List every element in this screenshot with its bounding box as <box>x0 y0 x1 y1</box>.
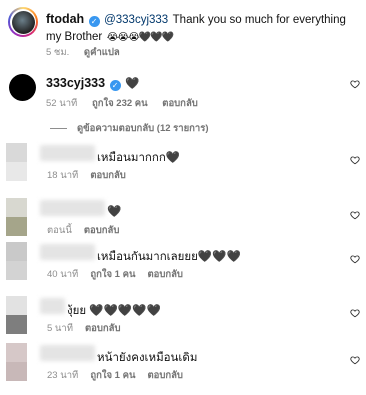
top-comment-meta: 52 นาที ถูกใจ 232 คน ตอบกลับ <box>46 96 198 111</box>
reply-button[interactable]: ตอบกลับ <box>147 269 183 280</box>
reply-likes[interactable]: ถูกใจ 1 คน <box>90 370 135 381</box>
commenter-avatar[interactable] <box>9 74 36 101</box>
reply-avatar[interactable] <box>6 296 27 334</box>
reply-row: 🖤 ตอนนี้ ตอบกลับ <box>0 198 366 238</box>
divider <box>50 128 67 129</box>
like-heart-icon[interactable] <box>350 155 360 165</box>
reply-button[interactable]: ตอบกลับ <box>162 98 198 109</box>
reply-time: 23 นาที <box>47 370 79 381</box>
comment-username[interactable]: 333cyj333 <box>46 76 105 90</box>
reply-username-redacted[interactable] <box>40 145 95 161</box>
reply-row: เหมือนกันมากเลยยย🖤🖤🖤 40 นาที ถูกใจ 1 คน ตอบ… <box>0 242 366 282</box>
reply-meta: 40 นาที ถูกใจ 1 คน ตอบกลับ <box>47 267 183 282</box>
caption-time: 5 ชม. <box>46 47 70 58</box>
top-comment: 333cyj333 ✓ 🖤 <box>46 74 139 92</box>
reply-avatar[interactable] <box>6 343 27 381</box>
view-replies[interactable]: ดูข้อความตอบกลับ (12 รายการ) <box>50 121 209 136</box>
reply-time: ตอนนี้ <box>47 225 72 236</box>
reply-text: เหมือนมากกก🖤 <box>97 152 181 164</box>
reply-meta: ตอนนี้ ตอบกลับ <box>47 223 119 238</box>
reply-likes[interactable]: ถูกใจ 1 คน <box>90 269 135 280</box>
verified-icon: ✓ <box>88 16 100 27</box>
reply-button[interactable]: ตอบกลับ <box>85 323 121 334</box>
reply-text: เหมือนกันมากเลยยย🖤🖤🖤 <box>97 251 241 263</box>
reply-row: เหมือนมากกก🖤 18 นาที ตอบกลับ <box>0 143 366 183</box>
verified-icon: ✓ <box>109 80 121 91</box>
comment-text: 🖤 <box>125 78 140 90</box>
like-heart-icon[interactable] <box>350 355 360 365</box>
reply-time: 18 นาที <box>47 170 79 181</box>
reply-row: หน้ายังคงเหมือนเดิม 23 นาที ถูกใจ 1 คน ตอบก… <box>0 343 366 383</box>
reply-avatar[interactable] <box>6 198 27 236</box>
reply-username-redacted[interactable] <box>40 244 95 260</box>
reply-button[interactable]: ตอบกลับ <box>147 370 183 381</box>
reply-button[interactable]: ตอบกลับ <box>84 225 120 236</box>
view-replies-label[interactable]: ดูข้อความตอบกลับ (12 รายการ) <box>77 121 209 136</box>
reply-time: 40 นาที <box>47 269 79 280</box>
reply-text: 🖤 <box>107 206 122 218</box>
like-heart-icon[interactable] <box>350 254 360 264</box>
like-heart-icon[interactable] <box>350 210 360 220</box>
reply-meta: 18 นาที ตอบกลับ <box>47 168 126 183</box>
reply-username-redacted[interactable] <box>40 345 95 361</box>
reply-button[interactable]: ตอบกลับ <box>90 170 126 181</box>
reply-row: งุ้ยย 🖤🖤🖤🖤🖤 5 นาที ตอบกลับ <box>0 296 366 336</box>
reply-username-redacted[interactable] <box>40 200 105 216</box>
comment-time: 52 นาที <box>46 98 78 109</box>
like-heart-icon[interactable] <box>350 308 360 318</box>
reply-text: งุ้ยย 🖤🖤🖤🖤🖤 <box>67 305 161 317</box>
reply-avatar[interactable] <box>6 242 27 280</box>
reply-time: 5 นาที <box>47 323 74 334</box>
like-heart-icon[interactable] <box>350 79 360 89</box>
caption: ftodah ✓ @333cyj333 Thank you so much fo… <box>46 11 346 45</box>
reply-meta: 5 นาที ตอบกลับ <box>47 321 121 336</box>
reply-username-redacted[interactable] <box>40 298 65 314</box>
caption-meta: 5 ชม. ดูคำแปล <box>46 45 120 60</box>
reply-text: หน้ายังคงเหมือนเดิม <box>97 352 198 364</box>
reply-meta: 23 นาที ถูกใจ 1 คน ตอบกลับ <box>47 368 183 383</box>
translate-link[interactable]: ดูคำแปล <box>84 47 120 58</box>
comment-likes[interactable]: ถูกใจ 232 คน <box>92 98 148 109</box>
caption-username[interactable]: ftodah <box>46 12 84 26</box>
reply-avatar[interactable] <box>6 143 27 181</box>
caption-avatar[interactable] <box>8 7 38 37</box>
caption-mention[interactable]: @333cyj333 <box>104 14 168 26</box>
caption-emojis: 😭😭😭🖤🖤🖤 <box>106 32 174 43</box>
